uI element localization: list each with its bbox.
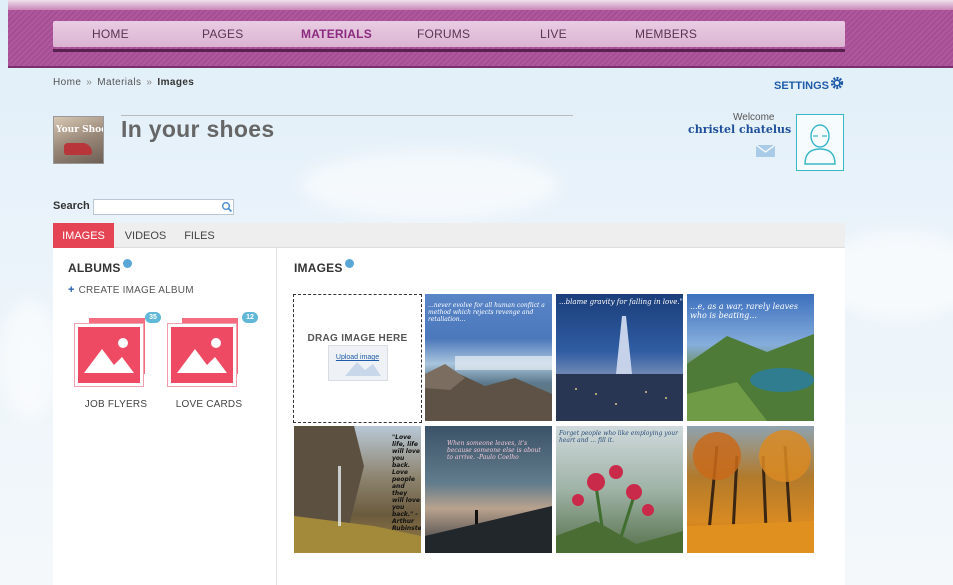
nav-live[interactable]: LIVE [540,27,567,41]
album-thumbnail: 35 [75,312,161,386]
album-count-badge: 35 [145,312,161,323]
create-album-button[interactable]: + CREATE IMAGE ALBUM [68,284,194,296]
breadcrumb-home[interactable]: Home [53,77,81,88]
album-thumbnail: 12 [168,312,258,386]
user-name-link[interactable]: christel chatelus [688,123,791,136]
image-icon [84,338,134,373]
album-count-badge: 12 [242,312,258,323]
thumbnail-caption: Forget people who like employing your he… [559,430,678,444]
thumbnail-caption: ...blame gravity for falling in love." [559,298,683,306]
plus-icon: + [68,284,75,296]
breadcrumb: Home » Materials » Images [53,77,194,88]
tab-videos[interactable]: VIDEOS [118,223,173,248]
search-input[interactable] [93,199,234,215]
info-icon[interactable] [122,259,132,268]
create-album-label: CREATE IMAGE ALBUM [78,285,194,296]
user-avatar-icon [804,124,836,165]
breadcrumb-materials[interactable]: Materials [97,77,141,88]
album-label: JOB FLYERS [84,399,148,410]
albums-heading: ALBUMS [68,259,132,275]
breadcrumb-current: Images [157,77,195,88]
nav-shadow [53,49,845,52]
image-thumbnail[interactable]: When someone leaves, it's because someon… [425,426,552,553]
nav-home[interactable]: HOME [92,27,129,41]
thumbnail-caption: ...e, as a war, rarely leaves who is bea… [690,302,799,320]
nav-members[interactable]: MEMBERS [635,27,697,41]
header-highlight [8,0,953,10]
shoe-icon [64,143,92,155]
thumbnail-caption: "Love life, life will love you back. Lov… [392,434,421,532]
page-title: In your shoes [121,116,275,142]
nav-pages[interactable]: PAGES [202,27,243,41]
tab-images[interactable]: IMAGES [53,223,114,248]
main-nav: HOME PAGES MATERIALS FORUMS LIVE MEMBERS [53,21,845,47]
mail-icon[interactable] [756,145,775,157]
image-thumbnail[interactable]: ...blame gravity for falling in love." [556,294,683,421]
image-thumbnail[interactable]: Forget people who like employing your he… [556,426,683,553]
thumbnail-scene [556,465,683,553]
placeholder-image-icon [328,345,388,381]
welcome-label: Welcome [733,112,775,123]
thumbnail-caption: ...never evolve for all human conflict a… [428,302,545,323]
albums-heading-text: ALBUMS [68,261,121,275]
gear-icon [830,76,844,90]
nav-forums[interactable]: FORUMS [417,27,470,41]
image-icon [177,338,227,373]
image-drop-zone[interactable]: DRAG IMAGE HERE Upload image [293,294,422,423]
image-thumbnail[interactable] [687,426,814,553]
group-logo-text: Your Shoes [56,125,103,135]
cloud-decoration [300,150,560,220]
tab-files[interactable]: FILES [177,223,222,248]
info-icon[interactable] [344,259,354,268]
image-thumbnail[interactable]: ...e, as a war, rarely leaves who is bea… [687,294,814,421]
breadcrumb-separator: » [146,77,153,88]
breadcrumb-separator: » [86,77,93,88]
avatar[interactable] [796,114,844,171]
image-thumbnail[interactable]: ...never evolve for all human conflict a… [425,294,552,421]
settings-button[interactable]: SETTINGS [774,76,844,92]
album-label: LOVE CARDS [175,399,243,410]
thumbnail-scene [556,316,683,421]
cloud-decoration [0,300,60,420]
search-label: Search [53,200,90,212]
settings-label: SETTINGS [774,80,830,92]
album-card-front [168,324,236,386]
album-card-front [75,324,143,386]
thumbnail-caption: When someone leaves, it's because someon… [447,440,541,461]
drop-text: DRAG IMAGE HERE [307,333,408,344]
media-tabs: IMAGES VIDEOS FILES [53,223,845,248]
nav-materials[interactable]: MATERIALS [301,27,372,41]
image-thumbnail[interactable]: "Love life, life will love you back. Lov… [294,426,421,553]
column-divider [276,248,277,585]
search-icon[interactable] [221,201,233,213]
thumbnail-scene [687,430,814,553]
images-heading: IMAGES [294,259,354,275]
upload-image-link[interactable]: Upload image [294,354,421,361]
images-heading-text: IMAGES [294,261,343,275]
group-logo[interactable]: Your Shoes [53,116,104,164]
